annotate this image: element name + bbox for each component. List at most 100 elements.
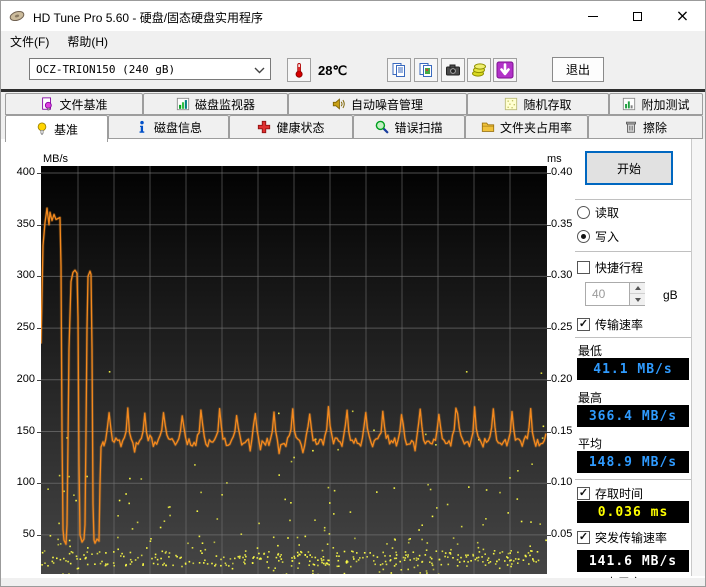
separator bbox=[575, 479, 691, 480]
tab-random-access[interactable]: 随机存取 bbox=[467, 93, 609, 115]
write-radio[interactable] bbox=[577, 230, 590, 243]
separator bbox=[575, 337, 691, 338]
window-title: HD Tune Pro 5.60 - 硬盘/固态硬盘实用程序 bbox=[33, 11, 264, 25]
avg-speed-value: 148.9 MB/s bbox=[577, 451, 689, 473]
tab-label: 文件基准 bbox=[59, 97, 108, 112]
tab-label: 随机存取 bbox=[523, 97, 572, 112]
tick-mark bbox=[547, 328, 551, 329]
capacity-value: 40 bbox=[592, 287, 606, 301]
copy-text-icon bbox=[392, 63, 405, 77]
camera-icon bbox=[446, 64, 460, 76]
disk-info-icon bbox=[139, 120, 145, 133]
start-button[interactable]: 开始 bbox=[585, 151, 673, 185]
short-stroke-label: 快捷行程 bbox=[595, 261, 644, 275]
ms-axis-tick-label: 0.35 bbox=[551, 218, 573, 230]
tab-aam[interactable]: 自动噪音管理 bbox=[288, 93, 467, 115]
ms-axis-tick-label: 0.40 bbox=[551, 166, 573, 178]
tab-disk-monitor[interactable]: 磁盘监视器 bbox=[143, 93, 288, 115]
burst-rate-checkbox[interactable]: ✓ bbox=[577, 531, 590, 544]
chevron-down-icon bbox=[254, 67, 265, 74]
panel-edge-fill bbox=[692, 139, 705, 576]
titlebar: HD Tune Pro 5.60 - 硬盘/固态硬盘实用程序 × bbox=[1, 1, 705, 31]
y-axis-tick-label: 400 bbox=[16, 166, 35, 178]
trash-icon bbox=[625, 121, 636, 133]
ms-axis-tick-label: 0.15 bbox=[551, 425, 573, 437]
y-axis-tick-label: 100 bbox=[16, 476, 35, 488]
update-button[interactable] bbox=[493, 58, 517, 82]
disk-stack-icon bbox=[472, 63, 486, 77]
read-option[interactable]: 读取 bbox=[577, 204, 619, 221]
spinner-down-button[interactable] bbox=[630, 294, 645, 305]
copy-text-button[interactable] bbox=[387, 58, 411, 82]
write-option[interactable]: 写入 bbox=[577, 228, 619, 245]
y-axis-tick-label: 150 bbox=[16, 425, 35, 437]
tick-mark bbox=[547, 276, 551, 277]
access-time-option[interactable]: ✓ 存取时间 bbox=[577, 485, 643, 502]
drive-select-value: OCZ-TRION150 (240 gB) bbox=[36, 62, 176, 76]
drive-select[interactable]: OCZ-TRION150 (240 gB) bbox=[29, 58, 271, 80]
tab-label: 磁盘监视器 bbox=[194, 97, 255, 112]
toolbar: OCZ-TRION150 (240 gB) 28℃ 退出 bbox=[1, 51, 705, 89]
close-button[interactable]: × bbox=[660, 1, 705, 31]
access-time-value: 0.036 ms bbox=[577, 501, 689, 523]
temperature-button[interactable] bbox=[287, 58, 311, 82]
spinner-buttons bbox=[629, 283, 645, 305]
short-stroke-checkbox[interactable] bbox=[577, 261, 590, 274]
burst-rate-label: 突发传输速率 bbox=[595, 531, 668, 545]
transfer-rate-option[interactable]: ✓ 传输速率 bbox=[577, 316, 643, 333]
tab-folder-usage[interactable]: 文件夹占用率 bbox=[465, 115, 588, 139]
save-results-button[interactable] bbox=[467, 58, 491, 82]
access-time-checkbox[interactable]: ✓ bbox=[577, 487, 590, 500]
tick-mark bbox=[547, 225, 551, 226]
hdtune-window: HD Tune Pro 5.60 - 硬盘/固态硬盘实用程序 × 文件(F) 帮… bbox=[0, 0, 706, 587]
capacity-unit: gB bbox=[663, 288, 678, 302]
right-axis-unit: ms bbox=[547, 153, 562, 165]
tab-erase[interactable]: 擦除 bbox=[588, 115, 703, 139]
copy-image-button[interactable] bbox=[414, 58, 438, 82]
tab-extra-tests[interactable]: 附加测试 bbox=[609, 93, 703, 115]
minimize-button[interactable] bbox=[570, 1, 615, 31]
read-radio[interactable] bbox=[577, 206, 590, 219]
thermometer-icon bbox=[295, 63, 303, 78]
ms-axis-tick-label: 0.10 bbox=[551, 476, 573, 488]
tick-mark bbox=[547, 535, 551, 536]
transfer-rate-checkbox[interactable]: ✓ bbox=[577, 318, 590, 331]
exit-button-label: 退出 bbox=[565, 63, 590, 77]
transfer-rate-label: 传输速率 bbox=[595, 318, 644, 332]
tick-mark bbox=[547, 483, 551, 484]
menu-help[interactable]: 帮助(H) bbox=[58, 31, 117, 52]
tab-file-benchmark[interactable]: 文件基准 bbox=[5, 93, 143, 115]
capacity-spinner[interactable]: 40 bbox=[585, 282, 645, 306]
menubar: 文件(F) 帮助(H) bbox=[1, 31, 705, 51]
tab-benchmark[interactable]: 基准 bbox=[5, 115, 108, 142]
burst-rate-option[interactable]: ✓ 突发传输速率 bbox=[577, 529, 667, 546]
error-scan-icon bbox=[376, 120, 389, 134]
ms-axis-tick-label: 0.20 bbox=[551, 373, 573, 385]
tick-mark bbox=[547, 173, 551, 174]
tab-error-scan[interactable]: 错误扫描 bbox=[353, 115, 465, 139]
screenshot-button[interactable] bbox=[441, 58, 465, 82]
tab-disk-info[interactable]: 磁盘信息 bbox=[108, 115, 229, 139]
folder-icon bbox=[481, 122, 495, 132]
menu-file[interactable]: 文件(F) bbox=[1, 31, 58, 52]
maximize-button[interactable] bbox=[615, 1, 660, 31]
min-label: 最低 bbox=[578, 344, 603, 358]
min-speed-value: 41.1 MB/s bbox=[577, 358, 689, 380]
ms-axis-tick-label: 0.05 bbox=[551, 528, 573, 540]
spinner-up-icon bbox=[634, 286, 641, 290]
benchmark-plot bbox=[39, 166, 548, 576]
exit-button[interactable]: 退出 bbox=[552, 57, 604, 82]
minimize-icon bbox=[587, 15, 598, 17]
separator bbox=[575, 251, 691, 252]
ms-axis-tick-label: 0.30 bbox=[551, 269, 573, 281]
short-stroke-option[interactable]: 快捷行程 bbox=[577, 259, 643, 276]
tab-health[interactable]: 健康状态 bbox=[229, 115, 353, 139]
ms-axis-tick-label: 0.25 bbox=[551, 321, 573, 333]
y-axis-tick-label: 300 bbox=[16, 269, 35, 281]
speaker-icon bbox=[332, 98, 345, 110]
read-label: 读取 bbox=[595, 206, 620, 220]
file-benchmark-icon bbox=[42, 97, 53, 111]
y-axis-tick-label: 200 bbox=[16, 373, 35, 385]
spinner-up-button[interactable] bbox=[630, 283, 645, 294]
maximize-icon bbox=[633, 11, 642, 21]
